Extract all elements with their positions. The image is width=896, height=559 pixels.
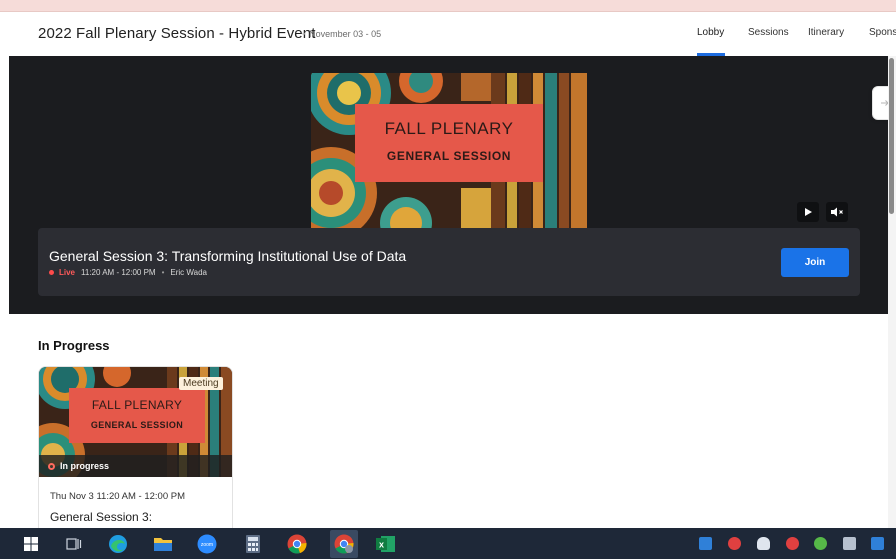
event-dates: • November 03 - 05 [302, 29, 381, 39]
in-progress-heading: In Progress [38, 338, 110, 353]
zoom-icon: zoom [197, 534, 217, 554]
in-progress-status: In progress [39, 455, 232, 477]
task-view-button[interactable] [63, 533, 85, 555]
app-root: 2022 Fall Plenary Session - Hybrid Event… [0, 0, 896, 559]
top-accent-bar [0, 0, 896, 12]
tray-shield-icon[interactable] [786, 537, 799, 550]
windows-start-icon [24, 537, 38, 551]
zoom-button[interactable]: zoom [196, 533, 218, 555]
event-header: 2022 Fall Plenary Session - Hybrid Event… [0, 12, 896, 56]
tab-sponsors[interactable]: Spons [869, 27, 896, 38]
featured-session-meta: Live 11:20 AM - 12:00 PM • Eric Wada [49, 268, 207, 277]
play-icon [805, 208, 812, 216]
live-label: Live [59, 268, 76, 277]
featured-session-speaker: Eric Wada [170, 268, 207, 277]
session-card[interactable]: FALL PLENARY GENERAL SESSION Meeting In … [38, 366, 233, 536]
banner-title-line2: GENERAL SESSION [386, 149, 512, 163]
tab-lobby[interactable]: Lobby [697, 27, 724, 38]
join-button[interactable]: Join [781, 248, 849, 277]
dot-separator: • [302, 29, 306, 39]
chrome-profile-button[interactable] [330, 530, 358, 558]
featured-session-hero: FALL PLENARY GENERAL SESSION General Ses… [9, 56, 888, 314]
file-explorer-button[interactable] [152, 533, 174, 555]
featured-session-time: 11:20 AM - 12:00 PM [81, 268, 156, 277]
session-type-badge: Meeting [179, 377, 223, 390]
file-explorer-icon [154, 538, 172, 551]
tray-status-icon[interactable] [814, 537, 827, 550]
calculator-icon [246, 535, 260, 553]
card-banner-title-line1: FALL PLENARY [91, 398, 183, 412]
session-banner-image: FALL PLENARY GENERAL SESSION [311, 73, 587, 228]
meta-separator: • [161, 268, 165, 277]
in-progress-label: In progress [60, 461, 110, 471]
card-banner-image: FALL PLENARY GENERAL SESSION Meeting In … [39, 367, 232, 477]
live-indicator-dot [49, 270, 54, 275]
windows-start-button[interactable] [20, 533, 42, 555]
excel-icon-label: x [379, 540, 384, 550]
tray-security-icon[interactable] [728, 537, 741, 550]
excel-icon: x [376, 536, 395, 552]
tray-cloud-icon[interactable] [757, 537, 770, 550]
tab-sessions[interactable]: Sessions [748, 27, 789, 38]
in-progress-ring-icon [48, 462, 55, 470]
featured-session-title: General Session 3: Transforming Institut… [49, 248, 407, 264]
edge-icon [109, 535, 127, 553]
event-title: 2022 Fall Plenary Session - Hybrid Event [38, 25, 316, 42]
event-dates-text: November 03 - 05 [309, 29, 382, 39]
edge-button[interactable] [107, 533, 129, 555]
task-view-icon [66, 538, 82, 550]
chrome-icon [287, 534, 307, 554]
tray-network-icon[interactable] [843, 537, 856, 550]
tab-itinerary[interactable]: Itinerary [808, 27, 844, 38]
scrollbar-thumb[interactable] [889, 58, 894, 214]
card-banner-title-box: FALL PLENARY GENERAL SESSION [69, 388, 205, 443]
featured-session-bar: General Session 3: Transforming Institut… [38, 228, 860, 296]
card-session-time: Thu Nov 3 11:20 AM - 12:00 PM [50, 491, 186, 502]
tray-notification-icon[interactable] [871, 537, 884, 550]
windows-taskbar: zoom x [0, 528, 896, 559]
chrome-button[interactable] [286, 533, 308, 555]
excel-button[interactable]: x [375, 533, 397, 555]
calculator-button[interactable] [242, 533, 264, 555]
banner-title-line1: FALL PLENARY [384, 119, 514, 138]
mute-button[interactable] [826, 202, 848, 222]
banner-title-box: FALL PLENARY GENERAL SESSION [355, 104, 543, 182]
card-banner-title-line2: GENERAL SESSION [90, 420, 184, 430]
zoom-icon-label: zoom [201, 542, 213, 548]
play-button[interactable] [797, 202, 819, 222]
volume-muted-icon [831, 207, 843, 217]
chrome-profile-icon [334, 534, 354, 554]
tray-app-icon[interactable] [699, 537, 712, 550]
